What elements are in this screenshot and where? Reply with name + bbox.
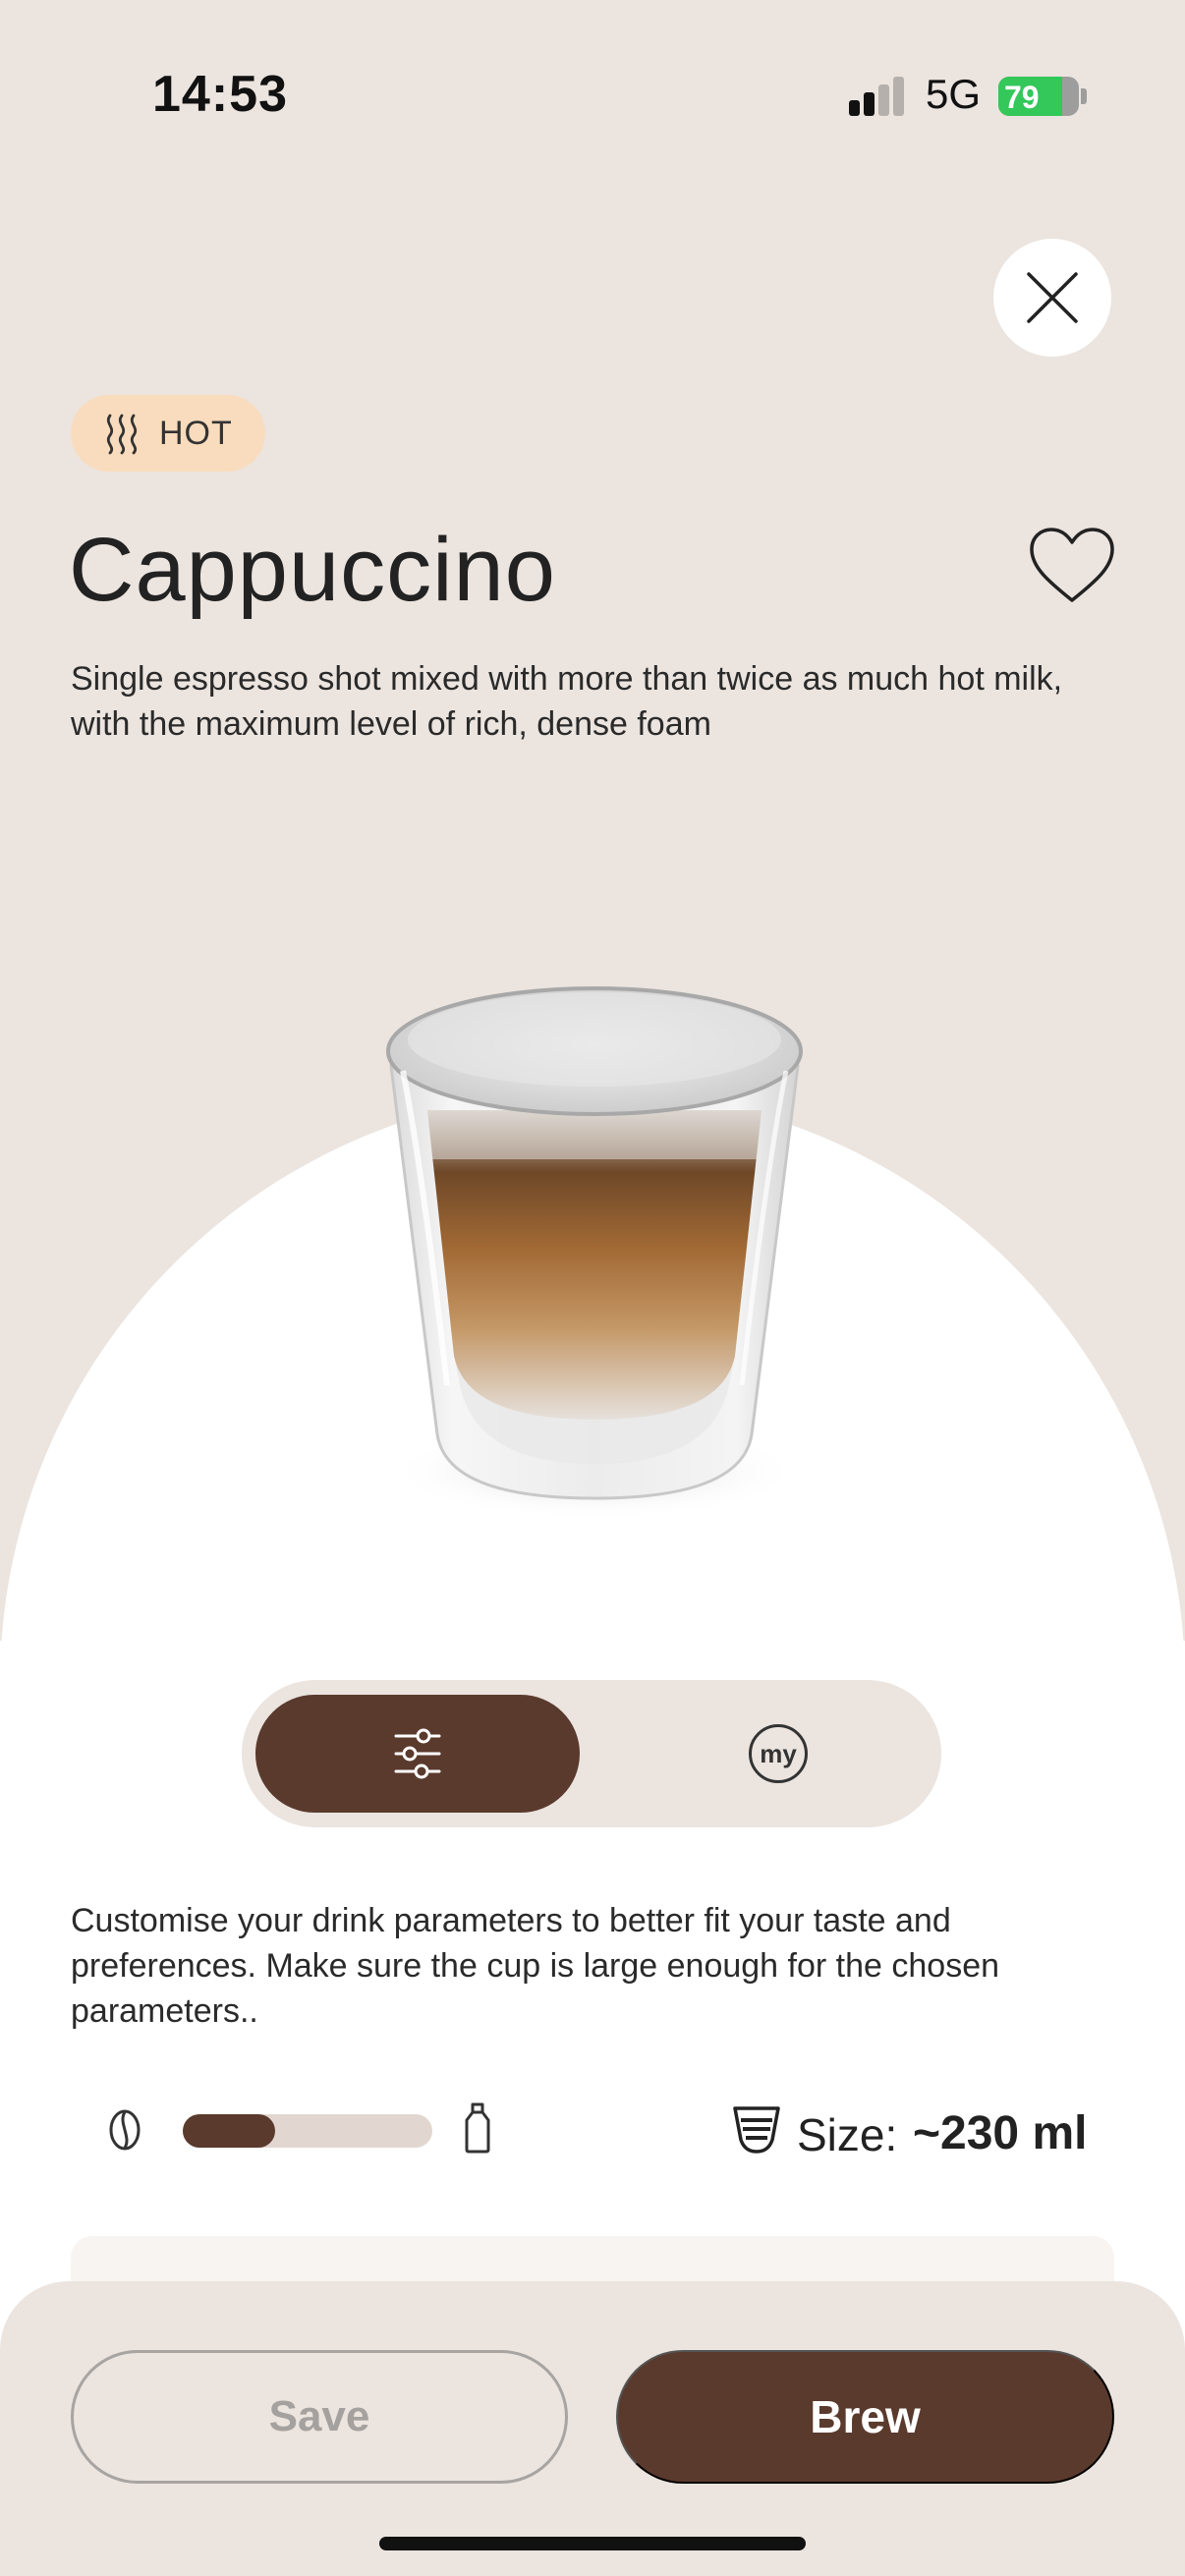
hot-badge: HOT xyxy=(71,395,265,472)
battery-icon: 79 xyxy=(998,77,1079,116)
brew-button[interactable]: Brew xyxy=(616,2350,1114,2484)
my-icon: my xyxy=(760,1738,797,1768)
network-label: 5G xyxy=(926,71,982,117)
cup-size-icon xyxy=(733,2106,780,2154)
favorite-button[interactable] xyxy=(1028,526,1116,606)
close-icon xyxy=(1027,272,1078,323)
drink-title: Cappuccino xyxy=(69,520,556,620)
coffee-milk-slider[interactable] xyxy=(183,2114,432,2148)
battery-cap xyxy=(1081,88,1087,104)
slider-fill xyxy=(183,2114,275,2148)
size-value[interactable]: ~230 ml xyxy=(913,2106,1087,2160)
steam-icon xyxy=(106,414,138,455)
tab-my[interactable]: my xyxy=(749,1724,808,1783)
customise-hint: Customise your drink parameters to bette… xyxy=(71,1902,1000,2030)
save-button[interactable]: Save xyxy=(71,2350,568,2484)
tab-customise[interactable] xyxy=(255,1695,580,1813)
drink-detail-screen: 14:53 5G 79 HOT Cappuccino Single espres… xyxy=(0,0,1185,2576)
cappuccino-cup-image xyxy=(386,986,803,1519)
home-indicator[interactable] xyxy=(379,2537,806,2550)
status-time: 14:53 xyxy=(152,66,288,123)
sliders-icon xyxy=(394,1728,441,1779)
drink-description: Single espresso shot mixed with more tha… xyxy=(71,660,1063,743)
heart-icon xyxy=(1030,528,1114,602)
badge-label: HOT xyxy=(159,414,233,452)
milk-bottle-icon xyxy=(465,2102,490,2154)
signal-icon xyxy=(849,77,908,116)
close-button[interactable] xyxy=(993,239,1111,357)
status-bar: 14:53 5G 79 xyxy=(0,0,1185,138)
battery-level: 79 xyxy=(1004,80,1040,115)
mode-toggle: my xyxy=(242,1680,941,1827)
size-label: Size: xyxy=(797,2109,898,2160)
coffee-bean-icon xyxy=(109,2109,141,2151)
